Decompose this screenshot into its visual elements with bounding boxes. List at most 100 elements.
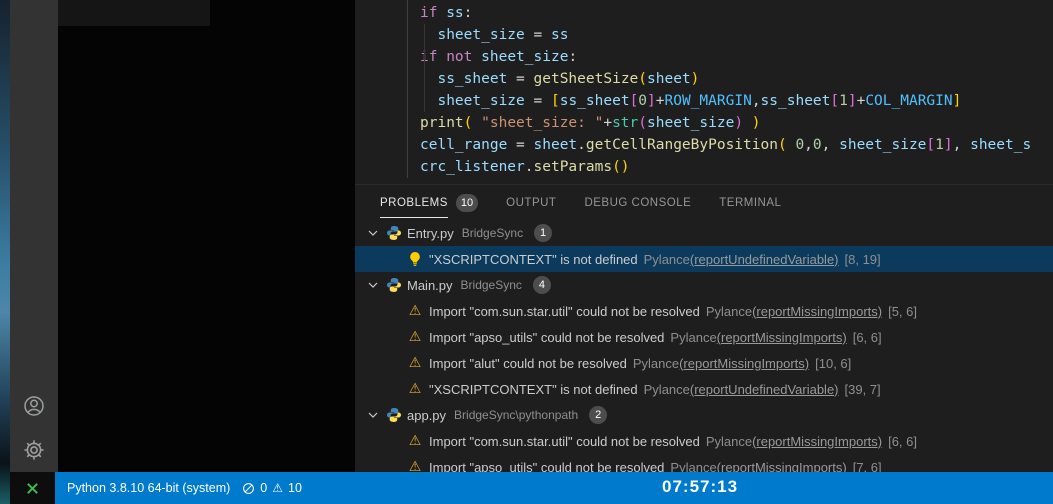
background-window-edge <box>58 0 210 26</box>
panel-tab-bar: PROBLEMS 10 OUTPUT DEBUG CONSOLE TERMINAL <box>355 185 1053 220</box>
problem-item[interactable]: ⚠ "XSCRIPTCONTEXT" is not defined Pylance(… <box>355 376 1053 402</box>
problem-file-group[interactable]: Entry.py BridgeSync 1 <box>355 220 1053 246</box>
code-editor[interactable]: if ss: sheet_size = ss if not sheet_size:… <box>355 0 1053 185</box>
python-interpreter-status[interactable]: Python 3.8.10 64-bit (system) <box>67 481 230 495</box>
warning-icon: ⚠ <box>408 459 422 472</box>
code-line: cell_range = sheet.getCellRangeByPositio… <box>420 137 1032 153</box>
panel-tab-label: TERMINAL <box>719 197 782 209</box>
problem-item[interactable]: ⚠ Import "com.sun.star.util" could not be… <box>355 428 1053 454</box>
problem-rule-link[interactable]: (reportMissingImports) <box>717 460 847 473</box>
python-file-icon <box>386 277 402 293</box>
problem-source: Pylance <box>643 381 690 397</box>
problem-position: [5, 6] <box>888 303 918 319</box>
file-path: BridgeSync\pythonpath <box>454 408 579 422</box>
problem-item[interactable]: ⚠ Import "apso_utils" could not be resolv… <box>355 454 1053 472</box>
file-problem-count: 4 <box>532 276 551 294</box>
problem-item[interactable]: ⚠ Import "alut" could not be resolved Pyla… <box>355 350 1053 376</box>
problem-file-group[interactable]: Main.py BridgeSync 4 <box>355 272 1053 298</box>
file-path: BridgeSync <box>460 278 522 292</box>
problem-source: Pylance <box>705 303 753 319</box>
python-file-icon <box>386 407 402 423</box>
problem-message: Import "alut" could not be resolved <box>429 355 627 371</box>
code-line: sheet_size = ss <box>437 27 569 43</box>
code-content: if ss: sheet_size = ss if not sheet_size:… <box>355 0 1053 178</box>
problem-item[interactable]: ⚠ Import "com.sun.star.util" could not be… <box>355 298 1053 324</box>
python-file-icon <box>386 225 402 241</box>
warning-icon: ⚠ <box>408 303 422 319</box>
problem-rule-link[interactable]: (reportMissingImports) <box>679 356 809 371</box>
desktop-wallpaper-strip <box>0 0 10 504</box>
problem-rule-link[interactable]: (reportMissingImports) <box>752 434 882 449</box>
problem-file-group[interactable]: app.py BridgeSync\pythonpath 2 <box>355 402 1053 428</box>
file-name: app.py <box>407 407 447 423</box>
sidebar-empty <box>58 0 355 472</box>
code-line: sheet_size = [ss_sheet[0]+ROW_MARGIN,ss_… <box>437 93 962 109</box>
problem-message: Import "apso_utils" could not be resolve… <box>429 459 665 473</box>
file-path: BridgeSync <box>461 226 524 240</box>
account-icon[interactable] <box>20 392 48 420</box>
problem-position: [7, 6] <box>852 459 882 473</box>
panel-tab-debug-console[interactable]: DEBUG CONSOLE <box>584 185 691 220</box>
problems-status[interactable]: 0 ⚠ 10 <box>242 481 302 495</box>
warnings-icon: ⚠ <box>272 481 283 495</box>
problem-source: Pylance <box>670 329 717 345</box>
problem-message: "XSCRIPTCONTEXT" is not defined <box>429 251 638 267</box>
indent-guide <box>407 0 408 178</box>
problem-position: [39, 7] <box>844 381 881 397</box>
activity-bar <box>10 0 58 472</box>
problem-message: Import "apso_utils" could not be resolve… <box>429 329 665 345</box>
problem-position: [10, 6] <box>815 355 852 371</box>
code-line: if not sheet_size: <box>420 49 578 65</box>
warning-count: 10 <box>288 481 302 495</box>
problem-message: Import "com.sun.star.util" could not be … <box>429 433 700 449</box>
panel-tab-terminal[interactable]: TERMINAL <box>719 185 781 220</box>
bottom-panel: PROBLEMS 10 OUTPUT DEBUG CONSOLE TERMINAL En… <box>355 185 1053 472</box>
warning-icon: ⚠ <box>408 355 422 371</box>
file-name: Entry.py <box>407 225 454 241</box>
clock-overlay: 07:57:13 <box>662 477 739 496</box>
warning-icon: ⚠ <box>408 381 422 397</box>
chevron-down-icon[interactable] <box>365 407 381 423</box>
code-line: print( "sheet_size: "+str(sheet_size) ) <box>420 115 761 131</box>
status-bar: Python 3.8.10 64-bit (system) 0 ⚠ 10 07:… <box>10 472 1053 504</box>
code-line: ss_sheet = getSheetSize(sheet) <box>437 71 700 87</box>
remote-indicator[interactable] <box>10 472 55 504</box>
problem-position: [8, 19] <box>844 251 881 267</box>
problem-rule-link[interactable]: (reportMissingImports) <box>717 330 847 345</box>
problems-total-badge: 10 <box>455 193 479 212</box>
file-problem-count: 1 <box>534 224 553 242</box>
panel-tab-label: PROBLEMS <box>380 187 448 218</box>
lightbulb-icon <box>407 251 423 267</box>
python-interpreter-label: Python 3.8.10 64-bit (system) <box>67 481 231 495</box>
problem-source: Pylance <box>705 433 753 449</box>
panel-tab-output[interactable]: OUTPUT <box>506 185 556 220</box>
warning-icon: ⚠ <box>408 329 422 345</box>
problem-item[interactable]: "XSCRIPTCONTEXT" is not defined Pylance(r… <box>355 246 1053 272</box>
panel-tab-label: DEBUG CONSOLE <box>584 197 692 209</box>
code-line: if ss: <box>420 5 473 21</box>
problems-list: Entry.py BridgeSync 1 "XSCRIPTCONTEXT" is n… <box>355 220 1053 472</box>
warning-icon: ⚠ <box>408 433 422 449</box>
problem-source: Pylance <box>643 251 690 267</box>
chevron-down-icon[interactable] <box>365 277 381 293</box>
settings-gear-icon[interactable] <box>20 436 48 464</box>
error-count: 0 <box>260 481 268 495</box>
panel-tab-label: OUTPUT <box>506 197 557 209</box>
indent-guide <box>424 24 425 112</box>
main-area: if ss: sheet_size = ss if not sheet_size:… <box>355 0 1053 472</box>
problem-item[interactable]: ⚠ Import "apso_utils" could not be resolv… <box>355 324 1053 350</box>
problem-rule-link[interactable]: (reportMissingImports) <box>752 304 882 319</box>
problem-message: "XSCRIPTCONTEXT" is not defined <box>429 381 638 397</box>
problem-message: Import "com.sun.star.util" could not be … <box>429 303 700 319</box>
problem-rule-link[interactable]: (reportUndefinedVariable) <box>690 382 839 397</box>
problem-source: Pylance <box>632 355 680 371</box>
problem-source: Pylance <box>670 459 717 473</box>
problem-position: [6, 6] <box>888 433 918 449</box>
panel-tab-problems[interactable]: PROBLEMS 10 <box>380 185 479 220</box>
problem-position: [6, 6] <box>852 329 882 345</box>
problem-rule-link[interactable]: (reportUndefinedVariable) <box>690 252 839 267</box>
chevron-down-icon[interactable] <box>365 225 381 241</box>
file-name: Main.py <box>407 277 453 293</box>
errors-icon <box>242 482 255 495</box>
file-problem-count: 2 <box>589 406 608 424</box>
